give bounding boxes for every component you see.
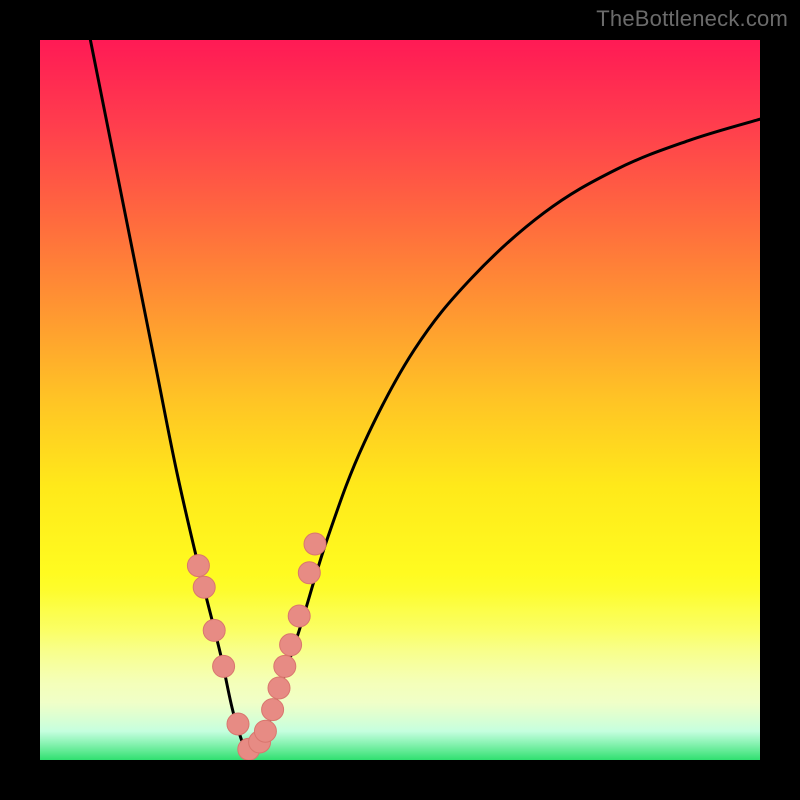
marker-dot: [193, 576, 215, 598]
marker-dot: [304, 533, 326, 555]
marker-dot: [187, 555, 209, 577]
marker-dot: [280, 634, 302, 656]
chart-frame: TheBottleneck.com: [0, 0, 800, 800]
marker-dot: [213, 655, 235, 677]
attribution-label: TheBottleneck.com: [596, 6, 788, 32]
bottleneck-chart: [40, 40, 760, 760]
markers-group: [187, 533, 326, 760]
marker-dot: [262, 699, 284, 721]
marker-dot: [298, 562, 320, 584]
marker-dot: [227, 713, 249, 735]
marker-dot: [203, 619, 225, 641]
marker-dot: [268, 677, 290, 699]
marker-dot: [274, 655, 296, 677]
marker-dot: [254, 720, 276, 742]
bottleneck-curve: [90, 40, 760, 754]
plot-area: [40, 40, 760, 760]
marker-dot: [288, 605, 310, 627]
